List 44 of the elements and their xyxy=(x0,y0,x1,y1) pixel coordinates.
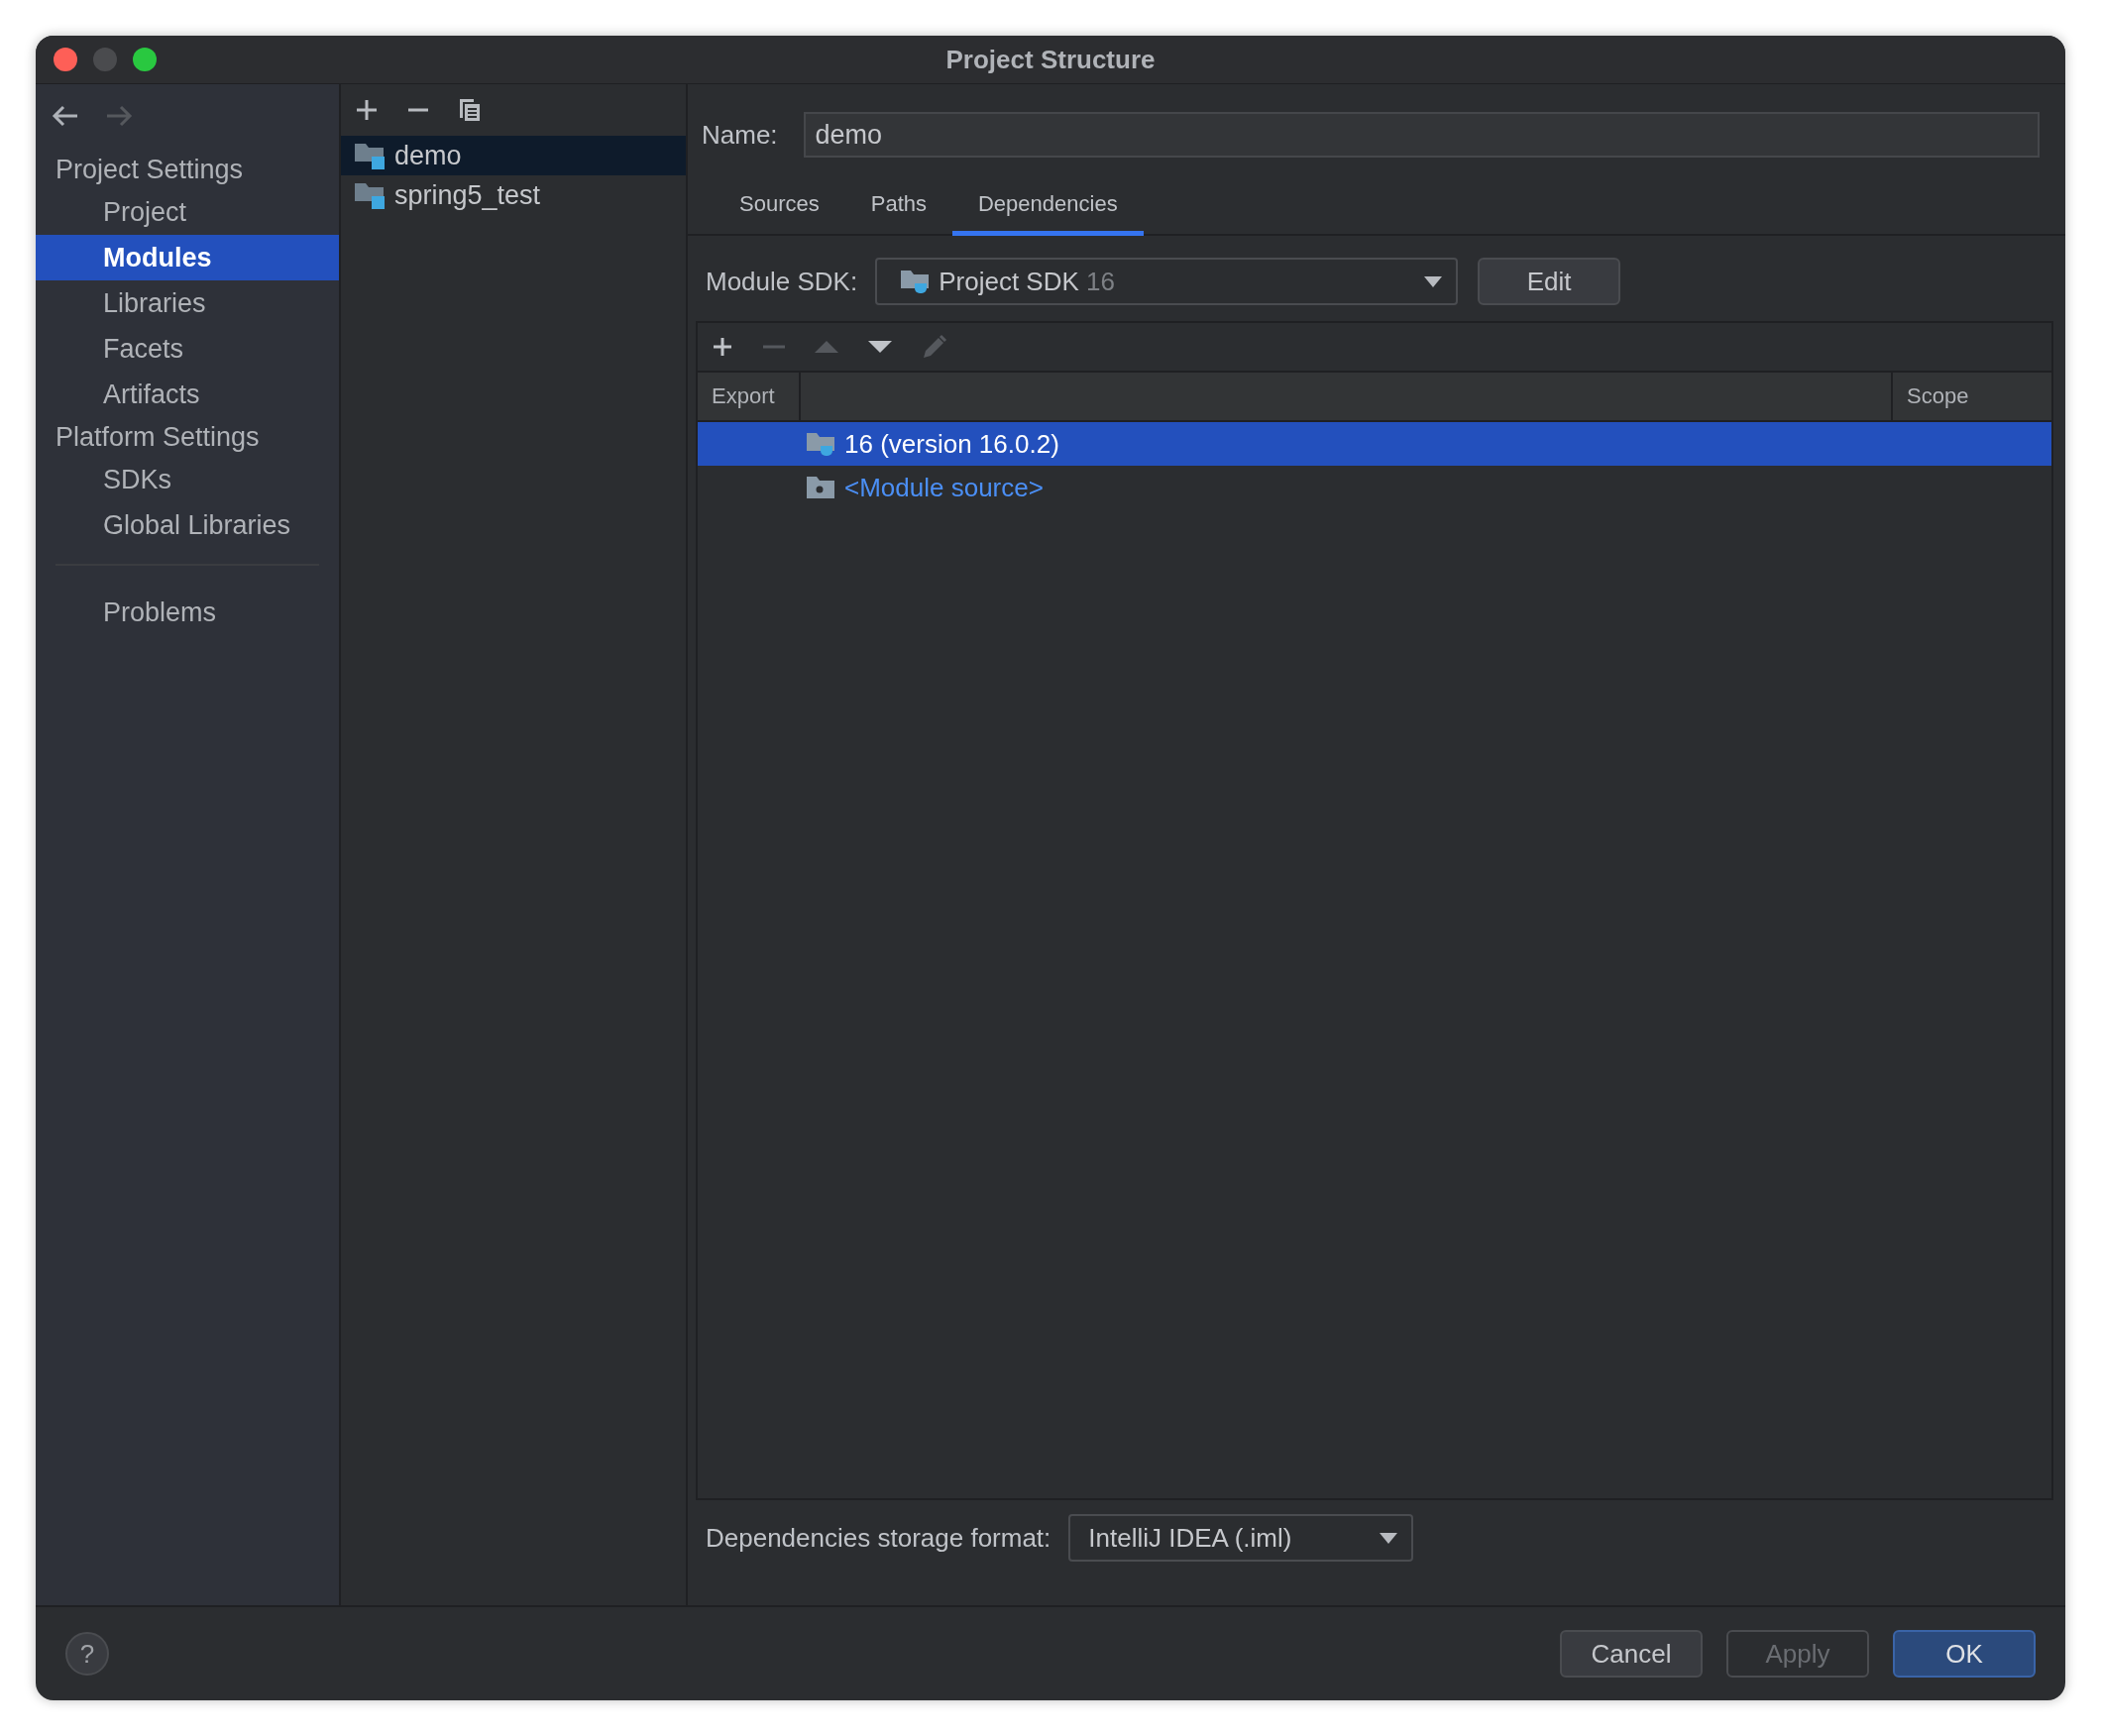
copy-icon[interactable] xyxy=(458,97,482,123)
sidebar-item[interactable]: Project xyxy=(36,189,339,235)
section-heading: Project Settings xyxy=(55,154,245,186)
storage-format-label: Dependencies storage format: xyxy=(706,1522,1051,1554)
close-button[interactable] xyxy=(54,48,77,71)
sidebar-item[interactable]: Libraries xyxy=(36,280,339,326)
name-label: Name: xyxy=(702,119,778,151)
section-heading: Platform Settings xyxy=(55,421,261,454)
sdk-folder-icon xyxy=(807,431,836,457)
module-sdk-label: Module SDK: xyxy=(706,266,858,297)
folder-icon xyxy=(807,477,836,498)
caret-icon xyxy=(1424,275,1443,287)
dialog-button[interactable]: Cancel xyxy=(1560,1630,1703,1678)
column-header[interactable]: Scope xyxy=(1893,373,2051,420)
sidebar-item[interactable]: SDKs xyxy=(36,457,339,502)
window-title: Project Structure xyxy=(945,44,1156,75)
caret-icon xyxy=(1380,1532,1398,1544)
dependency-row[interactable]: <Module source> xyxy=(698,466,2051,509)
sidebar-item[interactable]: Artifacts xyxy=(36,372,339,417)
column-header[interactable]: Export xyxy=(698,373,801,420)
add-icon[interactable] xyxy=(355,98,379,122)
module-item[interactable]: demo xyxy=(341,136,686,175)
sidebar-item[interactable]: Global Libraries xyxy=(36,502,339,548)
name-field[interactable]: demo xyxy=(803,112,2040,158)
edit-button[interactable]: Edit xyxy=(1478,258,1621,305)
module-folder-icon xyxy=(355,142,387,169)
tab[interactable]: Dependencies xyxy=(952,183,1144,236)
module-item[interactable]: spring5_test xyxy=(341,175,686,215)
module-folder-icon xyxy=(355,181,387,209)
dialog-button[interactable]: OK xyxy=(1893,1630,2036,1678)
back-arrow-icon[interactable] xyxy=(52,105,79,127)
sdk-folder-icon xyxy=(901,269,932,294)
sidebar-item[interactable]: Facets xyxy=(36,326,339,372)
tab[interactable]: Paths xyxy=(844,183,952,236)
help-button[interactable]: ? xyxy=(65,1632,109,1676)
sdk-dropdown[interactable]: Project SDK 16 xyxy=(875,258,1459,305)
tab[interactable]: Sources xyxy=(714,183,845,236)
dependency-row[interactable]: 16 (version 16.0.2) xyxy=(698,422,2051,466)
sidebar-item[interactable]: Problems xyxy=(36,590,339,635)
zoom-button[interactable] xyxy=(133,48,157,71)
move-down-icon[interactable] xyxy=(868,341,892,353)
add-icon[interactable] xyxy=(712,336,733,358)
storage-format-dropdown[interactable]: IntelliJ IDEA (.iml) xyxy=(1068,1514,1414,1562)
sidebar-item[interactable]: Modules xyxy=(36,235,339,280)
